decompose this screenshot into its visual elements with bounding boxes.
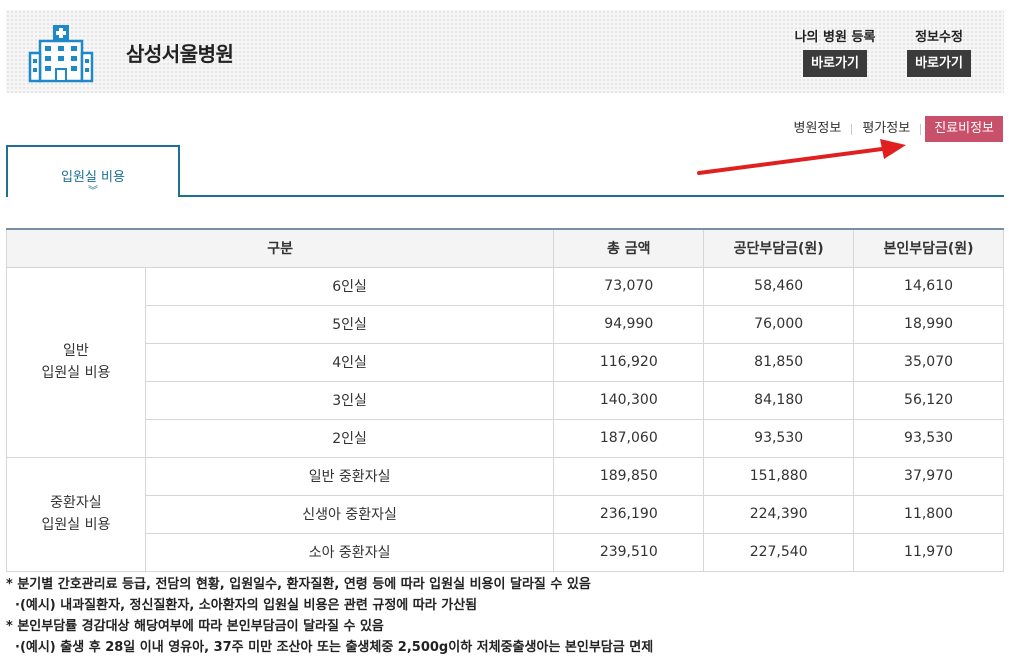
- row-group-label-line: 입원실 비용: [41, 365, 111, 381]
- row-group-label-line: 입원실 비용: [41, 517, 111, 533]
- footnotes: * 분기별 간호관리료 등급, 전담의 현황, 입원일수, 환자질환, 연령 등…: [6, 574, 653, 658]
- self-share-cell: 93,530: [853, 418, 1004, 458]
- footnote-example: ·(예시) 내과질환자, 정신질환자, 소아환자의 입원실 비용은 관련 규정에…: [15, 598, 478, 613]
- table-row: 4인실 116,920 81,850 35,070: [7, 342, 1004, 382]
- room-type-cell: 신생아 중환자실: [144, 494, 555, 534]
- public-share-cell: 151,880: [703, 456, 855, 496]
- public-share-cell: 93,530: [703, 418, 855, 458]
- table-body: 일반 입원실 비용 6인실 73,070 58,460 14,610 5인실 94,990 76…: [6, 266, 1004, 572]
- public-share-cell: 227,540: [703, 532, 855, 572]
- row-group-label-line: 중환자실: [50, 495, 102, 511]
- public-share-cell: 81,850: [703, 342, 855, 382]
- footnote: * 분기별 간호관리료 등급, 전담의 현황, 입원일수, 환자질환, 연령 등…: [6, 577, 591, 592]
- table-row: 2인실 187,060 93,530 93,530: [7, 418, 1004, 458]
- table-row: 신생아 중환자실 236,190 224,390 11,800: [7, 494, 1004, 534]
- sub-navigation: 병원정보 평가정보 진료비정보: [784, 116, 1003, 142]
- table-row: 중환자실 입원실 비용 일반 중환자실 189,850 151,880 37,970: [6, 456, 1004, 572]
- room-type-cell: 소아 중환자실: [144, 532, 555, 572]
- room-type-cell: 2인실: [144, 418, 555, 458]
- room-type-cell: 5인실: [144, 304, 555, 344]
- room-type-cell: 일반 중환자실: [144, 456, 555, 496]
- footnote-example: ·(예시) 출생 후 28일 이내 영유아, 37주 미만 조산아 또는 출생체…: [15, 640, 654, 655]
- edit-info-block: 정보수정 바로가기: [902, 29, 976, 77]
- public-share-cell: 224,390: [703, 494, 855, 534]
- self-share-cell: 37,970: [853, 456, 1004, 496]
- total-amount-cell: 140,300: [553, 380, 705, 420]
- total-amount-cell: 94,990: [553, 304, 705, 344]
- self-share-cell: 35,070: [853, 342, 1004, 382]
- tab-room-cost-label: 입원실 비용: [61, 170, 125, 185]
- header-self-share: 본인부담금(원): [853, 228, 1004, 268]
- self-share-cell: 14,610: [853, 266, 1004, 306]
- hospital-building-icon: [28, 25, 94, 83]
- nav-evaluation-info[interactable]: 평가정보: [852, 116, 920, 142]
- my-hospital-block: 나의 병원 등록 바로가기: [786, 29, 884, 77]
- hospital-name: 삼성서울병원: [126, 42, 234, 66]
- room-type-cell: 6인실: [144, 266, 555, 306]
- edit-info-shortcut-button[interactable]: 바로가기: [907, 50, 971, 77]
- row-group-label: 일반입원실 비용: [6, 266, 146, 458]
- public-share-cell: 84,180: [703, 380, 855, 420]
- nav-medical-cost-info[interactable]: 진료비정보: [925, 116, 1003, 142]
- self-share-cell: 11,970: [853, 532, 1004, 572]
- room-type-cell: 3인실: [144, 380, 555, 420]
- hospital-header: 삼성서울병원 나의 병원 등록 바로가기 정보수정 바로가기: [6, 10, 1004, 93]
- total-amount-cell: 73,070: [553, 266, 705, 306]
- total-amount-cell: 116,920: [553, 342, 705, 382]
- header-category: 구분: [5, 228, 555, 268]
- table-header-row: 구분 총 금액 공단부담금(원) 본인부담금(원): [5, 228, 1004, 268]
- row-group-label-line: 일반: [63, 343, 89, 359]
- total-amount-cell: 239,510: [553, 532, 705, 572]
- footnote: * 본인부담률 경감대상 해당여부에 따라 본인부담금이 달라질 수 있음: [6, 619, 384, 634]
- table-row: 3인실 140,300 84,180 56,120: [7, 380, 1004, 420]
- header-public-share: 공단부담금(원): [703, 228, 855, 268]
- total-amount-cell: 236,190: [553, 494, 705, 534]
- my-hospital-shortcut-button[interactable]: 바로가기: [803, 50, 867, 77]
- table-row: 일반 입원실 비용 6인실 73,070 58,460 14,610: [6, 266, 1004, 458]
- self-share-cell: 18,990: [853, 304, 1004, 344]
- total-amount-cell: 187,060: [553, 418, 705, 458]
- room-cost-table: 구분 총 금액 공단부담금(원) 본인부담금(원) 일반 입원실 비용 6인실 73,…: [5, 228, 1004, 572]
- my-hospital-label: 나의 병원 등록: [794, 30, 876, 45]
- self-share-cell: 11,800: [853, 494, 1004, 534]
- header-total: 총 금액: [553, 228, 705, 268]
- tab-room-cost[interactable]: 입원실 비용 ︾: [6, 145, 180, 197]
- public-share-cell: 58,460: [703, 266, 855, 306]
- table-row: 소아 중환자실 239,510 227,540 11,970: [7, 532, 1004, 572]
- nav-separator: [920, 123, 922, 135]
- room-type-cell: 4인실: [144, 342, 555, 382]
- public-share-cell: 76,000: [703, 304, 855, 344]
- table-row: 5인실 94,990 76,000 18,990: [7, 304, 1004, 344]
- total-amount-cell: 189,850: [553, 456, 705, 496]
- edit-info-label: 정보수정: [915, 30, 963, 45]
- double-chevron-down-icon: ︾: [88, 186, 98, 197]
- self-share-cell: 56,120: [853, 380, 1004, 420]
- row-group-label: 중환자실입원실 비용: [6, 456, 146, 572]
- nav-hospital-info[interactable]: 병원정보: [784, 116, 852, 142]
